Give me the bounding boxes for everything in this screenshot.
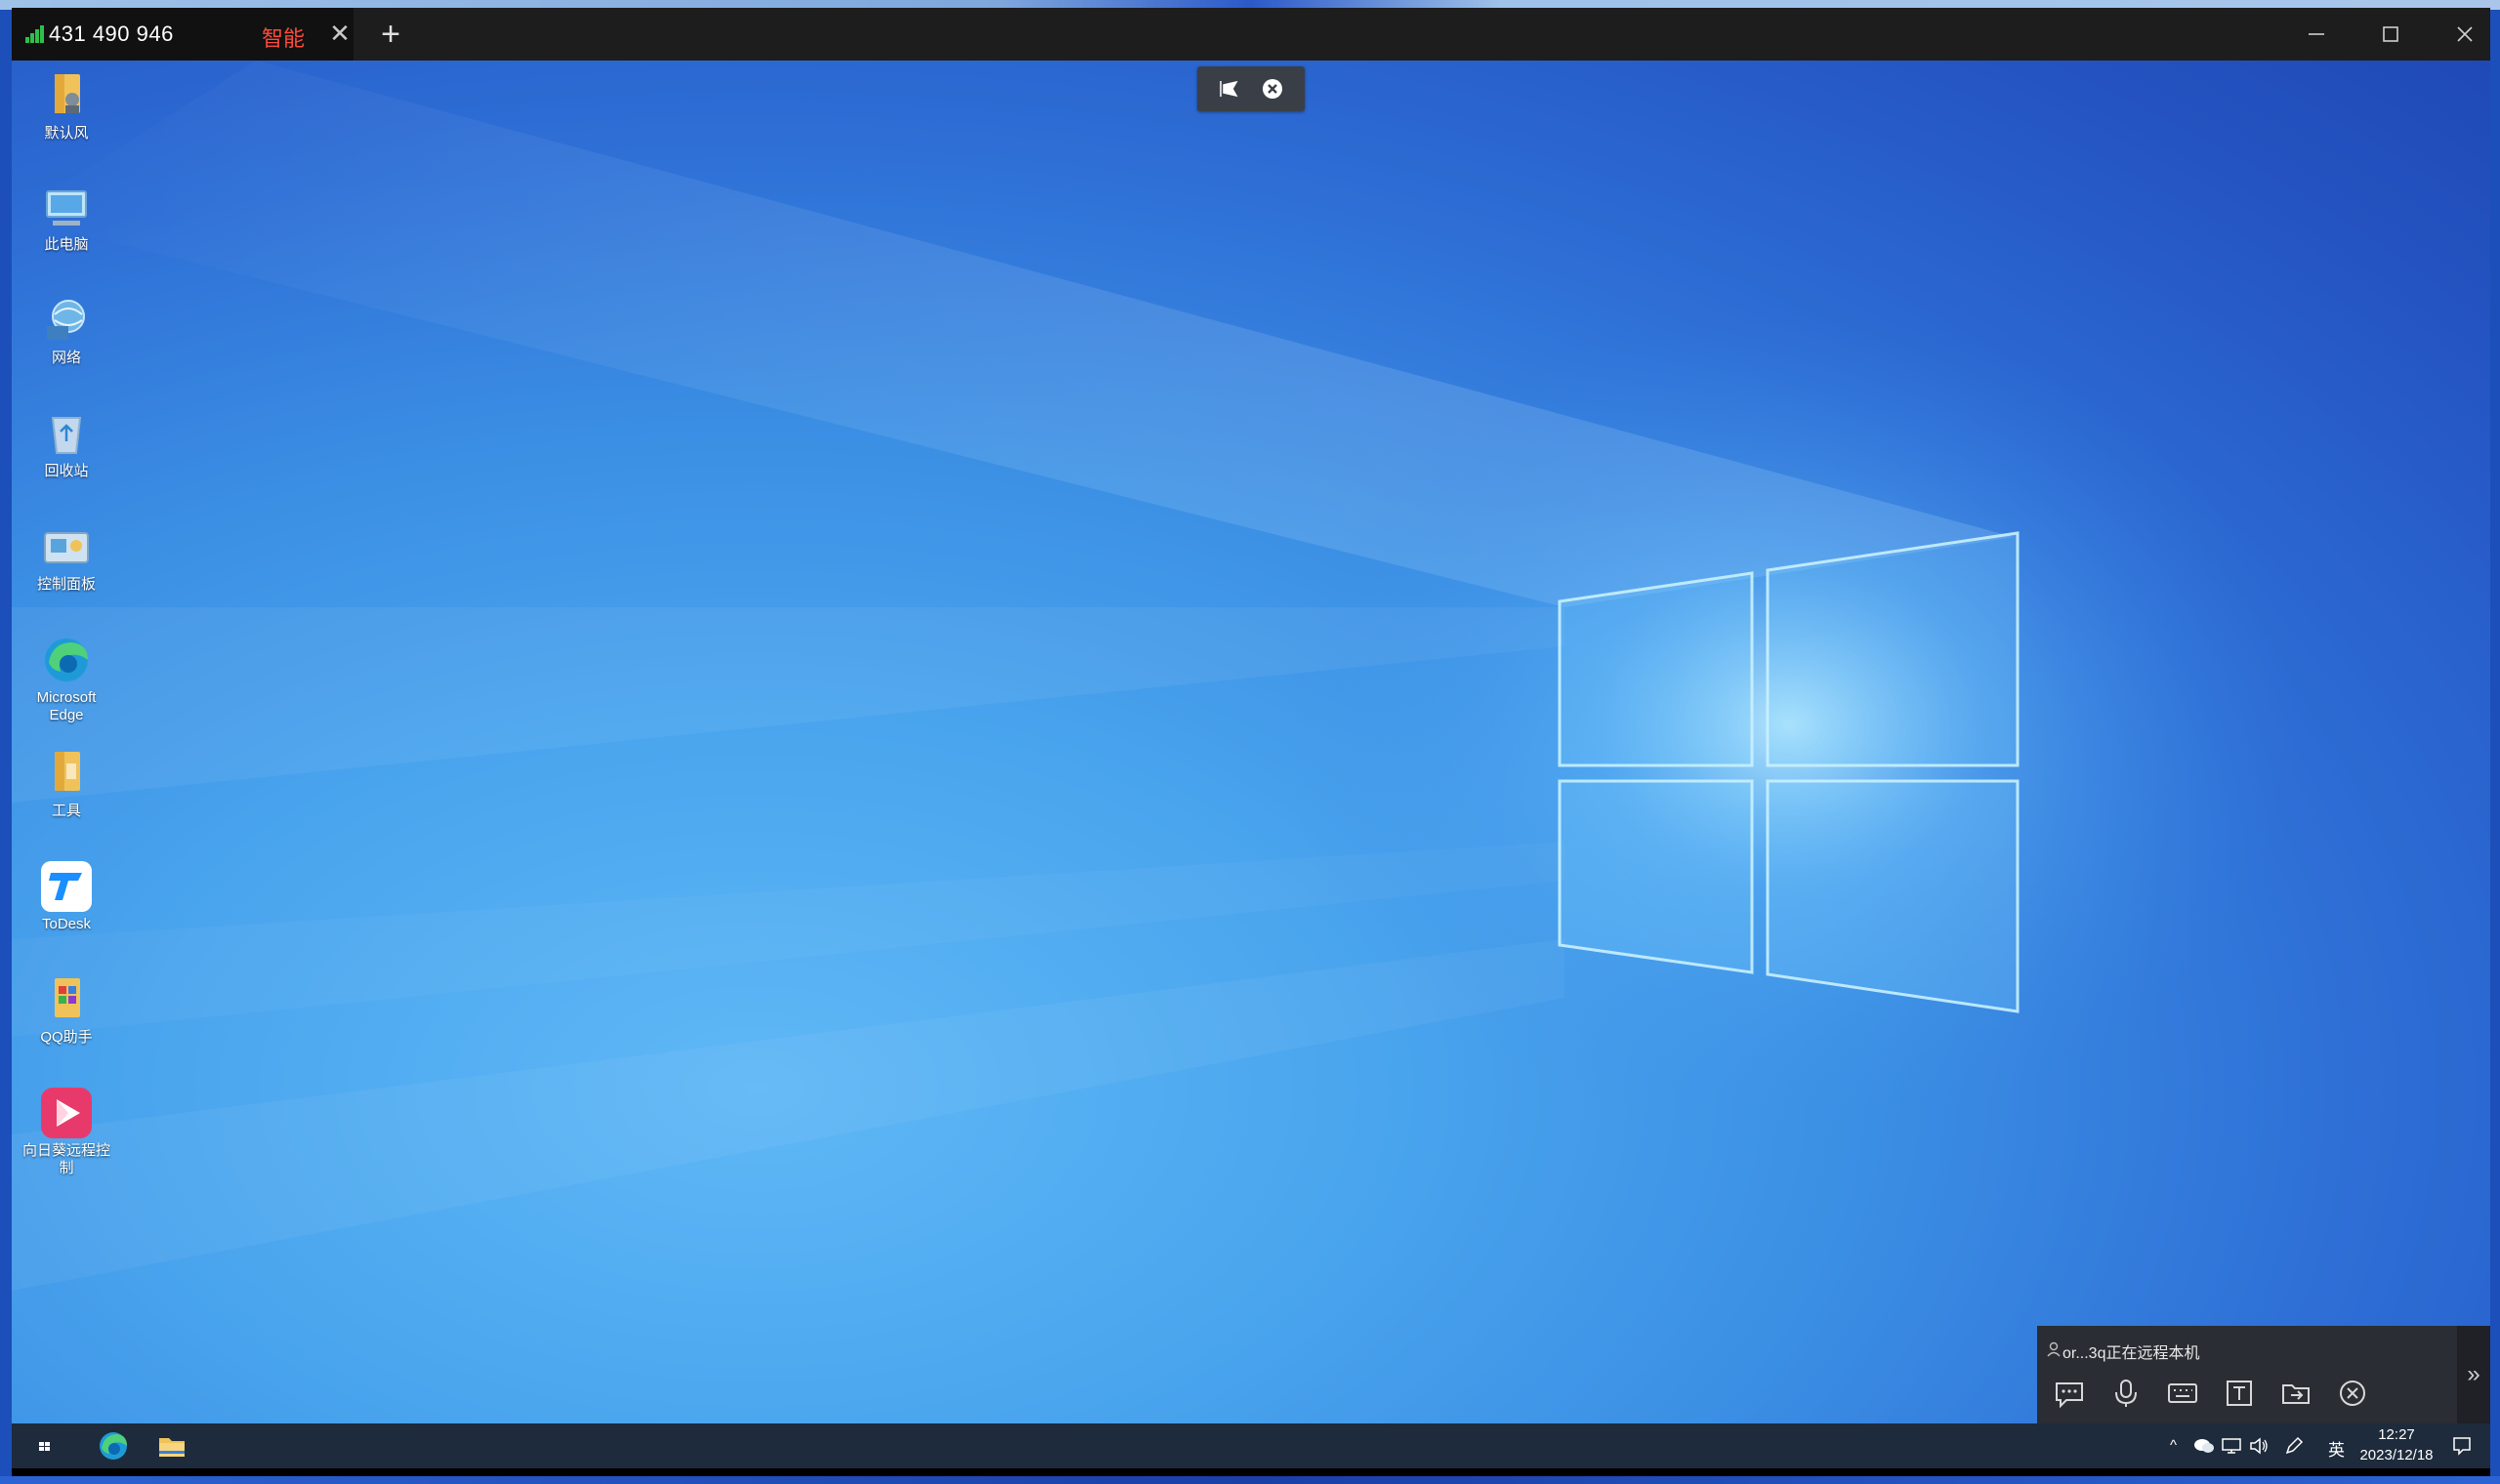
collapse-panel-button[interactable]: » xyxy=(2457,1326,2490,1423)
desktop-icon-label: 回收站 xyxy=(44,463,89,479)
start-icon[interactable] xyxy=(31,1429,59,1463)
disconnect-icon[interactable] xyxy=(2336,1377,2369,1410)
clock-time[interactable]: 12:27 xyxy=(2350,1426,2443,1443)
file-transfer-icon[interactable] xyxy=(2279,1377,2312,1410)
remote-client-window: 431 490 946 智能 ✕ + 默认风 此电脑 网络 回收站 控制面板 M… xyxy=(12,8,2490,1476)
desktop-icon-label: 此电脑 xyxy=(44,236,89,253)
desktop-icon-tools-folder[interactable]: 工具 xyxy=(20,746,113,820)
maximize-button[interactable] xyxy=(2355,8,2426,61)
client-titlebar: 431 490 946 智能 ✕ + xyxy=(12,8,2490,61)
tray-expand-button[interactable]: ^ xyxy=(2170,1437,2177,1454)
todesk-icon xyxy=(39,859,94,914)
desktop-icon-label: 工具 xyxy=(51,803,81,819)
desktop-icon-label: Microsoft Edge xyxy=(36,689,97,723)
pin-toolbar-icon[interactable] xyxy=(1215,74,1244,103)
user-folder-icon xyxy=(39,68,94,123)
desktop-icon-qq-assistant[interactable]: QQ助手 xyxy=(20,972,113,1047)
desktop-icon-user-folder[interactable]: 默认风 xyxy=(20,68,113,143)
desktop-icon-label: 网络 xyxy=(51,350,81,366)
desktop-icon-label: QQ助手 xyxy=(40,1029,93,1046)
new-tab-button[interactable]: + xyxy=(371,16,410,55)
minimize-icon xyxy=(2309,33,2324,35)
session-status-text: or...3q正在远程本机 xyxy=(2062,1345,2200,1362)
close-button[interactable] xyxy=(2430,8,2490,61)
signal-strength-icon xyxy=(25,25,45,43)
text-icon[interactable] xyxy=(2223,1377,2256,1410)
network-icon xyxy=(39,293,94,348)
ime-indicator[interactable]: 英 xyxy=(2328,1436,2345,1461)
desktop-icon-todesk[interactable]: ToDesk xyxy=(20,859,113,933)
edge-taskbar-icon[interactable] xyxy=(96,1429,131,1463)
chat-icon[interactable] xyxy=(2053,1377,2086,1410)
recycle-bin-icon xyxy=(39,406,94,461)
desktop-icon-recycle-bin[interactable]: 回收站 xyxy=(20,406,113,480)
desktop-icon-label: 默认风 xyxy=(44,125,89,142)
desktop-icon-network[interactable]: 网络 xyxy=(20,293,113,367)
microphone-icon[interactable] xyxy=(2109,1377,2143,1410)
close-toolbar-icon[interactable] xyxy=(1258,74,1287,103)
wechat-tray-icon[interactable] xyxy=(2193,1437,2215,1455)
session-id-label: 431 490 946 xyxy=(49,21,174,46)
desktop-icon-label: 控制面板 xyxy=(36,576,96,593)
desktop-icon-label: 向日葵远程控制 xyxy=(21,1142,110,1176)
close-icon xyxy=(2457,26,2473,42)
pen-tray-icon[interactable] xyxy=(2283,1436,2305,1456)
desktop-icon-edge[interactable]: Microsoft Edge xyxy=(20,633,113,724)
desktop-icon-control-panel[interactable]: 控制面板 xyxy=(20,519,113,594)
volume-icon[interactable] xyxy=(2248,1437,2270,1455)
connection-mode-label[interactable]: 智能 xyxy=(262,21,305,53)
host-wallpaper-bottom xyxy=(0,1476,2500,1484)
edge-icon xyxy=(39,633,94,687)
keyboard-icon[interactable] xyxy=(2166,1377,2199,1410)
control-panel-icon xyxy=(39,519,94,574)
sunlogin-icon xyxy=(39,1086,94,1140)
qq-assistant-icon xyxy=(39,972,94,1027)
desktop-icon-sunlogin[interactable]: 向日葵远程控制 xyxy=(20,1086,113,1177)
remote-session-panel: or...3q正在远程本机 » xyxy=(2037,1326,2490,1423)
computer-icon xyxy=(39,180,94,234)
user-icon xyxy=(2047,1341,2061,1357)
folder-icon xyxy=(39,746,94,801)
remote-control-toolbar xyxy=(1197,66,1305,111)
network-tray-icon[interactable] xyxy=(2221,1437,2242,1455)
file-explorer-icon[interactable] xyxy=(154,1429,189,1463)
clock-date[interactable]: 2023/12/18 xyxy=(2350,1447,2443,1463)
remote-desktop[interactable]: 默认风 此电脑 网络 回收站 控制面板 Microsoft Edge 工具 To… xyxy=(12,61,2490,1431)
remote-taskbar: ^ 英 12:27 2023/12/18 xyxy=(12,1423,2490,1468)
maximize-icon xyxy=(2383,26,2398,42)
notification-icon[interactable] xyxy=(2451,1435,2473,1457)
desktop-icon-this-pc[interactable]: 此电脑 xyxy=(20,180,113,254)
tab-close-icon[interactable]: ✕ xyxy=(322,16,357,51)
minimize-button[interactable] xyxy=(2281,8,2352,61)
desktop-icon-label: ToDesk xyxy=(41,916,92,932)
windows-logo-wallpaper xyxy=(1558,531,2020,1013)
session-tab[interactable]: 431 490 946 智能 ✕ xyxy=(12,8,354,61)
